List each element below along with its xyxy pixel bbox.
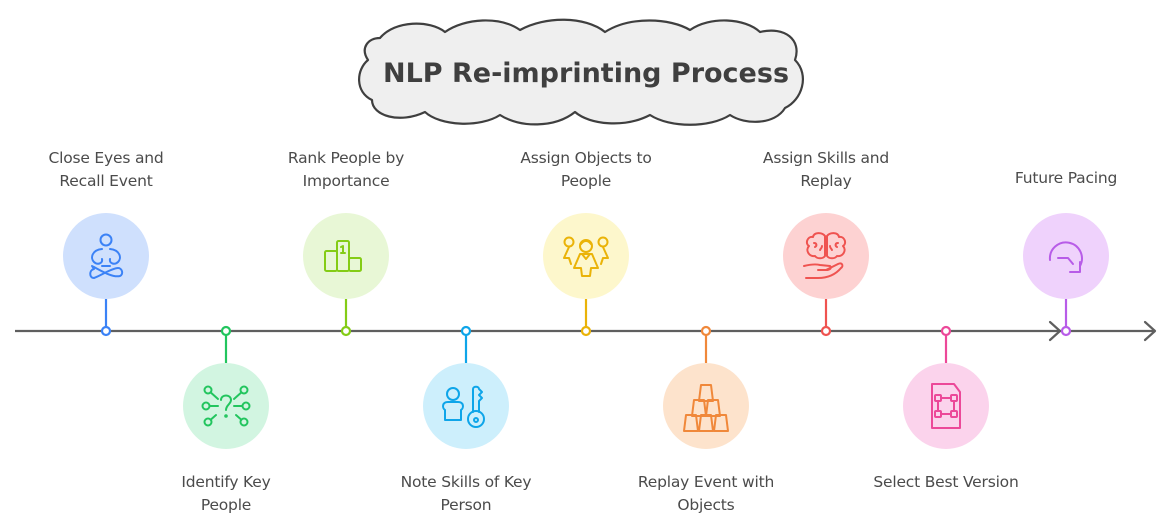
step-label: Assign Objects to People xyxy=(486,147,686,193)
step-node xyxy=(220,325,232,337)
step-label-line: Assign Skills and xyxy=(762,149,890,167)
step-label-line: Recall Event xyxy=(59,172,153,190)
step-label: Identify Key People xyxy=(126,471,326,517)
step-label-line: Replay Event with xyxy=(637,473,775,491)
step-label-line: Replay xyxy=(800,172,852,190)
timeline-step xyxy=(1023,213,1109,337)
step-label-line: People xyxy=(200,496,252,514)
timeline-step xyxy=(903,325,989,449)
step-label-line: Identify Key xyxy=(181,473,271,491)
step-icon-circle xyxy=(63,213,149,299)
timeline-step xyxy=(783,213,869,337)
step-label-line: Close Eyes and xyxy=(48,149,164,167)
process-diagram: NLP Re-imprinting Process xyxy=(15,18,1157,449)
step-icon-circle xyxy=(903,363,989,449)
step-label-line: Select Best Version xyxy=(873,473,1019,491)
step-icon-circle xyxy=(183,363,269,449)
timeline-step xyxy=(423,325,509,449)
timeline-step xyxy=(303,213,389,337)
step-label-line: People xyxy=(560,172,612,190)
step-label: Replay Event with Objects xyxy=(606,471,806,517)
step-label: Future Pacing xyxy=(966,167,1166,190)
timeline-step xyxy=(663,325,749,449)
step-label-line: Rank People by xyxy=(287,149,405,167)
step-label-line: Person xyxy=(440,496,492,514)
step-node xyxy=(820,325,832,337)
step-label-line: Objects xyxy=(677,496,735,514)
step-icon-circle xyxy=(1023,213,1109,299)
step-icon-circle xyxy=(663,363,749,449)
step-label-line: Future Pacing xyxy=(1014,169,1118,187)
timeline-step xyxy=(183,325,269,449)
step-node xyxy=(580,325,592,337)
step-icon-circle xyxy=(423,363,509,449)
step-label-line: Note Skills of Key xyxy=(400,473,532,491)
step-label: Rank People by Importance xyxy=(246,147,446,193)
step-label-line: Assign Objects to xyxy=(520,149,652,167)
step-node xyxy=(940,325,952,337)
step-label-line: Importance xyxy=(302,172,390,190)
step-label: Assign Skills and Replay xyxy=(726,147,926,193)
step-node xyxy=(340,325,352,337)
step-icon-circle xyxy=(543,213,629,299)
step-node xyxy=(1060,325,1072,337)
step-label: Close Eyes and Recall Event xyxy=(6,147,206,193)
step-node xyxy=(700,325,712,337)
timeline-step xyxy=(63,213,149,337)
step-icon-circle xyxy=(303,213,389,299)
timeline-step xyxy=(543,213,629,337)
step-label: Note Skills of Key Person xyxy=(366,471,566,517)
title-cloud: NLP Re-imprinting Process xyxy=(358,18,804,126)
step-label: Select Best Version xyxy=(846,471,1046,494)
diagram-title: NLP Re-imprinting Process xyxy=(383,58,789,89)
step-node xyxy=(460,325,472,337)
step-node xyxy=(100,325,112,337)
